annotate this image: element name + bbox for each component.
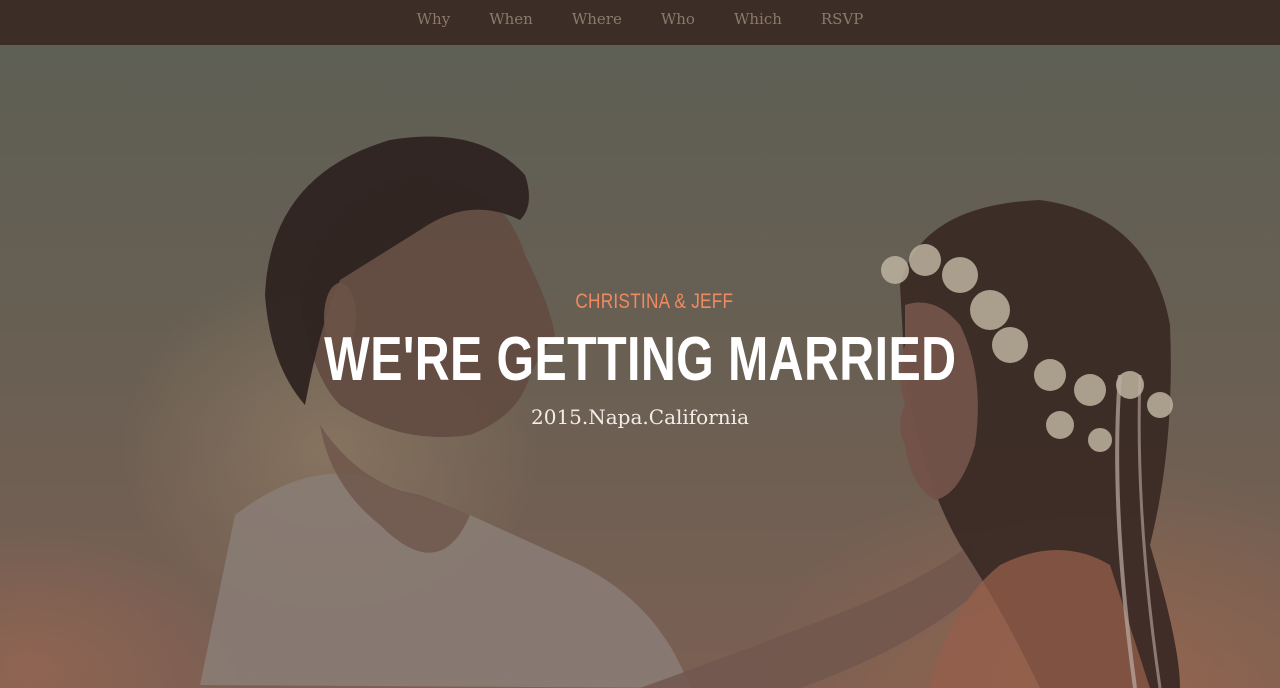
nav-item-which[interactable]: Which (714, 10, 801, 28)
nav-item-rsvp[interactable]: RSVP (801, 10, 883, 28)
nav-item-why[interactable]: Why (397, 10, 470, 28)
top-navigation: Why When Where Who Which RSVP (0, 0, 1280, 45)
nav-menu: Why When Where Who Which RSVP (397, 10, 883, 35)
page-title: WE'RE GETTING MARRIED (323, 325, 957, 394)
nav-item-when[interactable]: When (470, 10, 553, 28)
nav-item-where[interactable]: Where (552, 10, 641, 28)
nav-item-who[interactable]: Who (641, 10, 714, 28)
couple-names: CHRISTINA & JEFF (575, 290, 733, 313)
wedding-details: 2015.Napa.California (531, 405, 749, 429)
hero-banner: CHRISTINA & JEFF WE'RE GETTING MARRIED 2… (0, 45, 1280, 688)
hero-content: CHRISTINA & JEFF WE'RE GETTING MARRIED 2… (0, 291, 1280, 427)
